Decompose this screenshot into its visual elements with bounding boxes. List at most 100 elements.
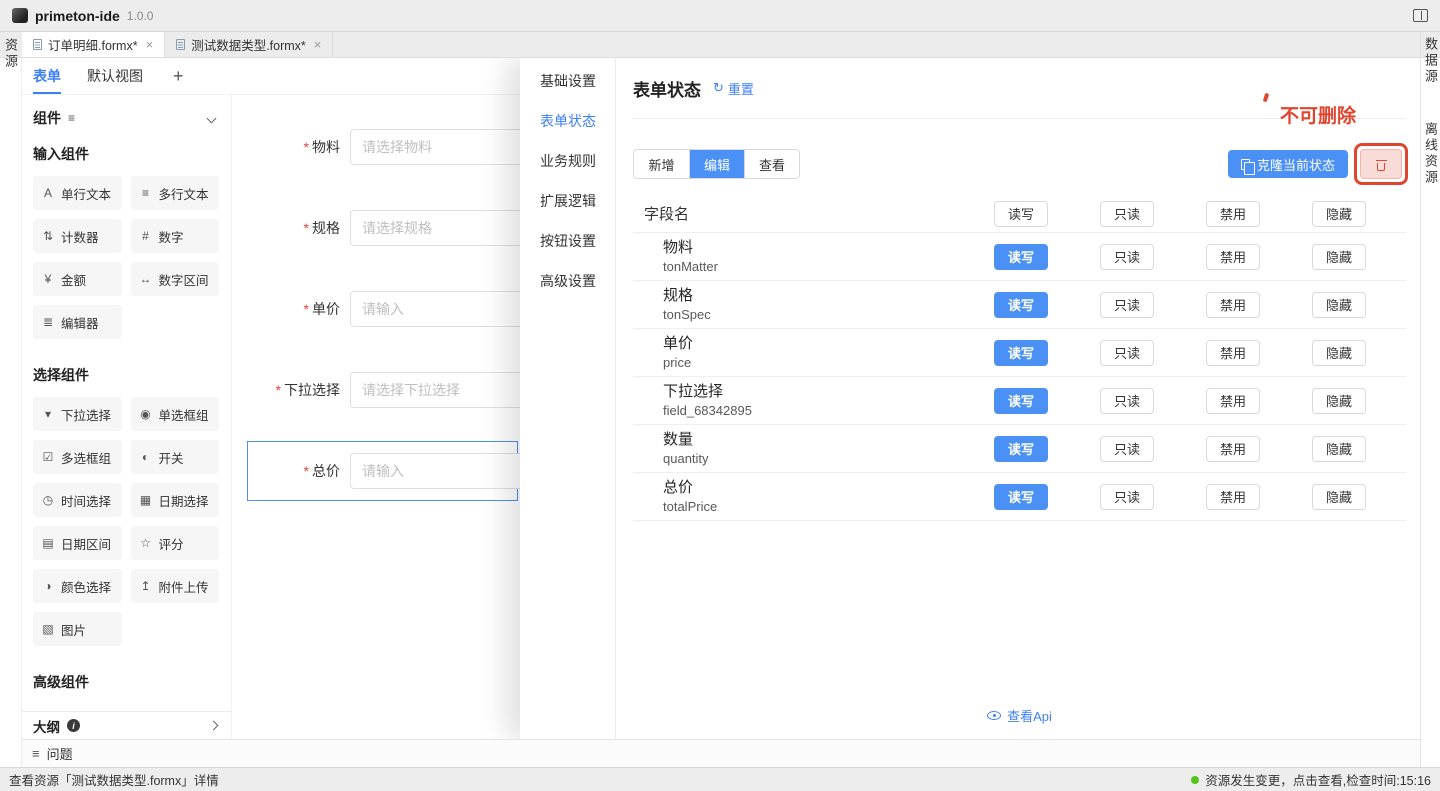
component-label: 评分 — [159, 534, 184, 553]
delete-state-button[interactable] — [1360, 149, 1402, 179]
palette-item[interactable]: ☆评分 — [131, 526, 220, 560]
state-button[interactable]: 只读 — [1100, 388, 1154, 414]
row-field-name: tonSpec — [663, 306, 968, 324]
row-field-label: 总价 — [663, 478, 968, 498]
state-button[interactable]: 隐藏 — [1312, 388, 1366, 414]
palette-item[interactable]: A单行文本 — [33, 176, 122, 210]
palette-item[interactable]: ▾下拉选择 — [33, 397, 122, 431]
palette-item[interactable]: ¥金额 — [33, 262, 122, 296]
palette-item[interactable]: ◐开关 — [131, 440, 220, 474]
reset-button[interactable]: ↻ 重置 — [713, 79, 754, 98]
state-option-cell: 隐藏 — [1286, 436, 1392, 462]
add-view-button[interactable]: + — [173, 66, 184, 87]
state-button[interactable]: 禁用 — [1206, 388, 1260, 414]
state-button[interactable]: 禁用 — [1206, 340, 1260, 366]
column-state-button[interactable]: 禁用 — [1206, 201, 1260, 227]
state-button[interactable]: 读写 — [994, 388, 1048, 414]
state-button[interactable]: 隐藏 — [1312, 436, 1366, 462]
row-field-cell: 总价totalPrice — [633, 478, 968, 516]
status-right-text: 资源发生变更，点击查看,检查时间:15:16 — [1205, 770, 1431, 789]
column-state-button[interactable]: 只读 — [1100, 201, 1154, 227]
row-field-cell: 下拉选择field_68342895 — [633, 382, 968, 420]
state-button[interactable]: 读写 — [994, 484, 1048, 510]
column-state-button[interactable]: 读写 — [994, 201, 1048, 227]
document-icon — [33, 39, 42, 50]
view-tab[interactable]: 表单 — [33, 58, 61, 94]
settings-panel: 基础设置表单状态业务规则扩展逻辑按钮设置高级设置 表单状态 ↻ 重置 新增编辑查… — [520, 58, 1420, 739]
state-button[interactable]: 禁用 — [1206, 292, 1260, 318]
state-button[interactable]: 只读 — [1100, 340, 1154, 366]
state-button[interactable]: 读写 — [994, 244, 1048, 270]
file-tab[interactable]: 订单明细.formx*× — [22, 32, 165, 57]
palette-item[interactable]: ◉单选框组 — [131, 397, 220, 431]
datasource-rail-tab[interactable]: 数据源 — [1421, 37, 1440, 85]
state-button[interactable]: 只读 — [1100, 484, 1154, 510]
resources-rail-tab[interactable]: 资源 — [1, 38, 20, 70]
view-tab[interactable]: 默认视图 — [87, 58, 143, 94]
state-button[interactable]: 只读 — [1100, 292, 1154, 318]
state-button[interactable]: 只读 — [1100, 436, 1154, 462]
status-right[interactable]: 资源发生变更，点击查看,检查时间:15:16 — [1191, 770, 1431, 789]
chevron-down-icon[interactable] — [207, 113, 217, 123]
left-rail: 资源 — [0, 32, 22, 767]
view-api-link[interactable]: 查看Api — [987, 706, 1052, 725]
file-tab[interactable]: 测试数据类型.formx*× — [165, 32, 333, 57]
state-option-cell: 读写 — [968, 388, 1074, 414]
state-tab[interactable]: 新增 — [634, 150, 689, 178]
component-label: 开关 — [159, 448, 184, 467]
palette-item[interactable]: ↥附件上传 — [131, 569, 220, 603]
component-label: 图片 — [61, 620, 86, 639]
settings-menu-item[interactable]: 按钮设置 — [520, 221, 615, 261]
palette-item[interactable]: ◷时间选择 — [33, 483, 122, 517]
state-button[interactable]: 读写 — [994, 292, 1048, 318]
component-label: 多行文本 — [159, 184, 209, 203]
state-button[interactable]: 禁用 — [1206, 436, 1260, 462]
problems-bar[interactable]: ≡ 问题 — [22, 739, 1420, 767]
close-icon[interactable]: × — [314, 38, 322, 51]
panel-toggle-icon[interactable] — [1413, 9, 1428, 22]
state-tab[interactable]: 查看 — [744, 150, 799, 178]
settings-menu-item[interactable]: 业务规则 — [520, 141, 615, 181]
state-button[interactable]: 读写 — [994, 436, 1048, 462]
palette-item[interactable]: ▦日期选择 — [131, 483, 220, 517]
toolbar-actions: 克隆当前状态 — [1228, 149, 1406, 179]
settings-menu-item[interactable]: 高级设置 — [520, 261, 615, 301]
settings-menu-item[interactable]: 基础设置 — [520, 61, 615, 101]
palette-header: 组件 ≡ — [22, 95, 231, 136]
app-logo-icon — [12, 8, 28, 23]
state-button[interactable]: 只读 — [1100, 244, 1154, 270]
state-option-cell: 禁用 — [1180, 484, 1286, 510]
palette-item[interactable]: #数字 — [131, 219, 220, 253]
palette-item[interactable]: ◑颜色选择 — [33, 569, 122, 603]
column-state-button[interactable]: 隐藏 — [1312, 201, 1366, 227]
palette-item[interactable]: ≣编辑器 — [33, 305, 122, 339]
state-button[interactable]: 隐藏 — [1312, 292, 1366, 318]
state-button[interactable]: 隐藏 — [1312, 484, 1366, 510]
state-button[interactable]: 禁用 — [1206, 244, 1260, 270]
settings-menu-item[interactable]: 扩展逻辑 — [520, 181, 615, 221]
palette-item[interactable]: ▤日期区间 — [33, 526, 122, 560]
outline-bar[interactable]: 大纲 — [22, 711, 231, 739]
state-button[interactable]: 禁用 — [1206, 484, 1260, 510]
close-icon[interactable]: × — [146, 38, 154, 51]
palette-title: 组件 — [33, 108, 61, 128]
table-row: 总价totalPrice 读写 只读 禁用 隐藏 — [633, 473, 1406, 521]
clone-state-button[interactable]: 克隆当前状态 — [1228, 150, 1348, 178]
palette-item[interactable]: ▧图片 — [33, 612, 122, 646]
state-button[interactable]: 读写 — [994, 340, 1048, 366]
palette-item[interactable]: ☑多选框组 — [33, 440, 122, 474]
canvas-field-label: *下拉选择 — [232, 380, 350, 400]
delete-button-wrap — [1360, 149, 1402, 179]
chevron-right-icon[interactable] — [209, 721, 219, 731]
palette-item[interactable]: ↔数字区间 — [131, 262, 220, 296]
settings-menu-item[interactable]: 表单状态 — [520, 101, 615, 141]
table-row: 数量quantity读写只读禁用隐藏 — [633, 425, 1406, 473]
state-tab[interactable]: 编辑 — [689, 150, 744, 178]
app-title: primeton-ide — [35, 8, 120, 24]
palette-item[interactable]: ⇅计数器 — [33, 219, 122, 253]
offline-resources-rail-tab[interactable]: 离线资源 — [1421, 122, 1440, 186]
canvas-field-label: *物料 — [232, 137, 350, 157]
palette-item[interactable]: ≡多行文本 — [131, 176, 220, 210]
state-button[interactable]: 隐藏 — [1312, 340, 1366, 366]
state-button[interactable]: 隐藏 — [1312, 244, 1366, 270]
